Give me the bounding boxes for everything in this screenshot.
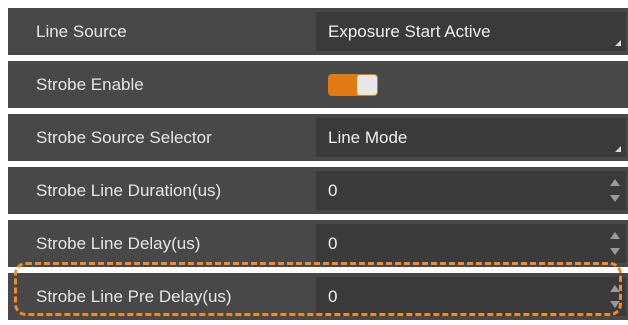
strobe-enable-toggle[interactable] — [328, 74, 378, 96]
setting-row-line-source: Line Source Exposure Start Active — [8, 8, 628, 55]
strobe-source-selector-label: Strobe Source Selector — [36, 128, 212, 147]
strobe-enable-label: Strobe Enable — [36, 75, 144, 94]
spin-up-arrow-icon[interactable] — [610, 179, 620, 186]
dropdown-arrow-icon — [615, 146, 621, 152]
setting-row-strobe-line-duration: Strobe Line Duration(us) 0 — [8, 167, 628, 214]
strobe-enable-cell — [316, 65, 626, 104]
dropdown-arrow-icon — [615, 40, 621, 46]
strobe-line-delay-input[interactable]: 0 — [316, 224, 626, 263]
strobe-source-selector-dropdown[interactable]: Line Mode — [316, 118, 626, 157]
setting-row-strobe-line-pre-delay: Strobe Line Pre Delay(us) 0 — [8, 273, 628, 320]
line-source-value: Exposure Start Active — [328, 22, 491, 41]
setting-row-strobe-enable: Strobe Enable — [8, 61, 628, 108]
spin-down-arrow-icon[interactable] — [610, 195, 620, 202]
strobe-line-duration-label: Strobe Line Duration(us) — [36, 181, 222, 200]
settings-list: Line Source Exposure Start Active Strobe… — [8, 8, 628, 325]
line-source-label: Line Source — [36, 22, 127, 41]
spin-up-arrow-icon[interactable] — [610, 232, 620, 239]
setting-row-strobe-line-delay: Strobe Line Delay(us) 0 — [8, 220, 628, 267]
toggle-knob — [357, 75, 377, 95]
camera-settings-panel: Line Source Exposure Start Active Strobe… — [0, 0, 628, 325]
strobe-line-delay-value: 0 — [328, 234, 338, 253]
strobe-line-pre-delay-label: Strobe Line Pre Delay(us) — [36, 287, 232, 306]
spinner-control[interactable] — [610, 283, 620, 310]
strobe-line-duration-input[interactable]: 0 — [316, 171, 626, 210]
spin-down-arrow-icon[interactable] — [610, 301, 620, 308]
spin-up-arrow-icon[interactable] — [610, 285, 620, 292]
line-source-dropdown[interactable]: Exposure Start Active — [316, 12, 626, 51]
spinner-control[interactable] — [610, 177, 620, 204]
strobe-line-pre-delay-value: 0 — [328, 287, 338, 306]
strobe-line-pre-delay-input[interactable]: 0 — [316, 277, 626, 316]
setting-row-strobe-source-selector: Strobe Source Selector Line Mode — [8, 114, 628, 161]
strobe-line-duration-value: 0 — [328, 181, 338, 200]
spin-down-arrow-icon[interactable] — [610, 248, 620, 255]
strobe-source-selector-value: Line Mode — [328, 128, 408, 147]
spinner-control[interactable] — [610, 230, 620, 257]
strobe-line-delay-label: Strobe Line Delay(us) — [36, 234, 201, 253]
